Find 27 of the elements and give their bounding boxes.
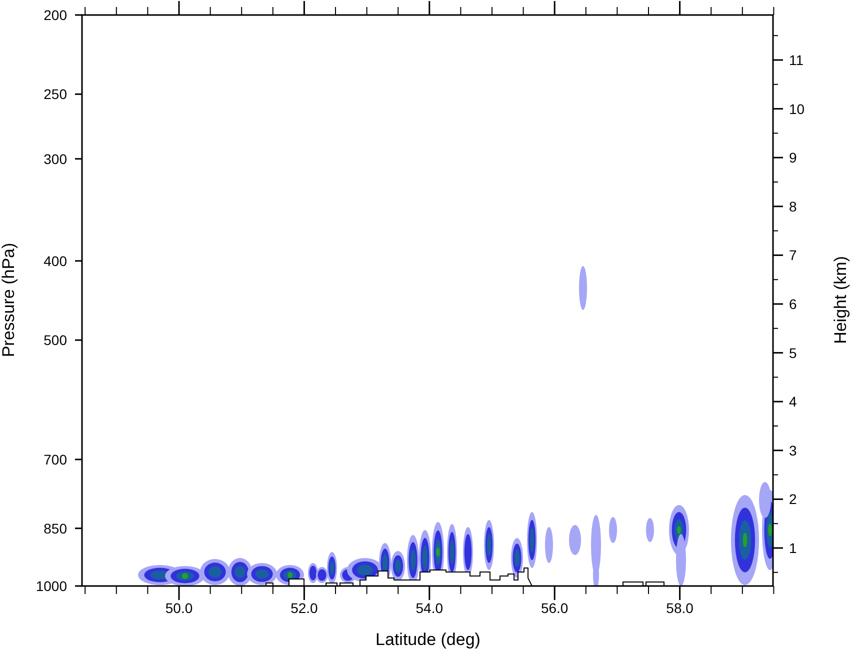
tick-label: 58.0 (666, 600, 694, 616)
tick-label: 200 (44, 7, 67, 23)
tick-label: 11 (789, 52, 804, 68)
tick-label: 300 (44, 150, 67, 167)
tick-label: 700 (44, 451, 67, 468)
tick-label: 6 (789, 296, 797, 312)
tick-label: 400 (44, 252, 67, 269)
tick-label: 2 (789, 491, 797, 508)
tick-label: 9 (789, 150, 797, 166)
tick-label: 850 (44, 520, 67, 536)
tick-label: 1000 (36, 578, 67, 594)
tick-label: 4 (789, 394, 797, 410)
tick-label: 3 (789, 442, 797, 458)
tick-label: 56.0 (540, 600, 568, 616)
tick-label: 1 (789, 540, 797, 556)
tick-label: 50.0 (165, 600, 193, 616)
tick-label: 8 (789, 198, 797, 214)
axis-title: Height (km) (831, 256, 850, 344)
tick-label: 5 (789, 344, 797, 361)
axis-title: Latitude (deg) (376, 630, 480, 649)
tick-label: 54.0 (416, 600, 444, 616)
tick-label: 250 (44, 86, 67, 102)
tick-label: 10 (789, 100, 805, 117)
tick-label: 7 (789, 247, 797, 264)
tick-label: 500 (44, 332, 67, 348)
axis-title: Pressure (hPa) (0, 242, 18, 358)
tick-label: 52.0 (290, 600, 318, 616)
